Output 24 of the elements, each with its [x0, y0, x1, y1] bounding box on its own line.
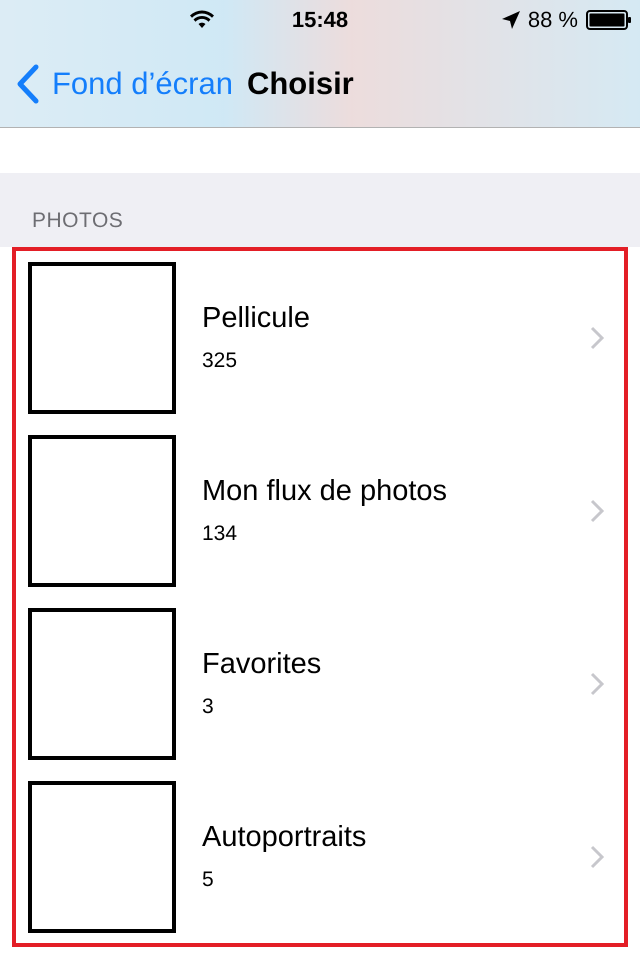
photo-count: 5 [202, 868, 215, 892]
chevron-icon [590, 498, 604, 522]
wifi-icon [190, 10, 214, 28]
album-name: Mon flux de photos [202, 475, 448, 508]
page-title: Choisir [246, 66, 354, 102]
battery-percentage: 88 % [528, 7, 578, 33]
album-row[interactable]: Mon flux de photos 134 [16, 424, 624, 597]
battery-icon [586, 10, 632, 30]
album-name: Favorites [202, 648, 322, 681]
back-chevron-icon [16, 64, 40, 104]
chevron-icon [590, 844, 604, 868]
photo-count: 134 [202, 522, 238, 546]
chevron-icon [590, 672, 604, 696]
status-time: 15:48 [292, 7, 348, 33]
album-name: Autoportraits [202, 821, 368, 854]
photo-count: 3 [202, 695, 215, 719]
album-row[interactable]: Pellicule 325 [16, 251, 624, 424]
chevron-icon [590, 326, 604, 350]
album-name: Pellicule [202, 302, 311, 335]
photo-count: 325 [202, 349, 238, 373]
section-header: PHOTOS [32, 209, 124, 233]
album-row[interactable]: Favorites 3 [16, 597, 624, 770]
location-arrow-icon [502, 11, 520, 29]
album-row[interactable]: Autoportraits 5 [16, 770, 624, 943]
